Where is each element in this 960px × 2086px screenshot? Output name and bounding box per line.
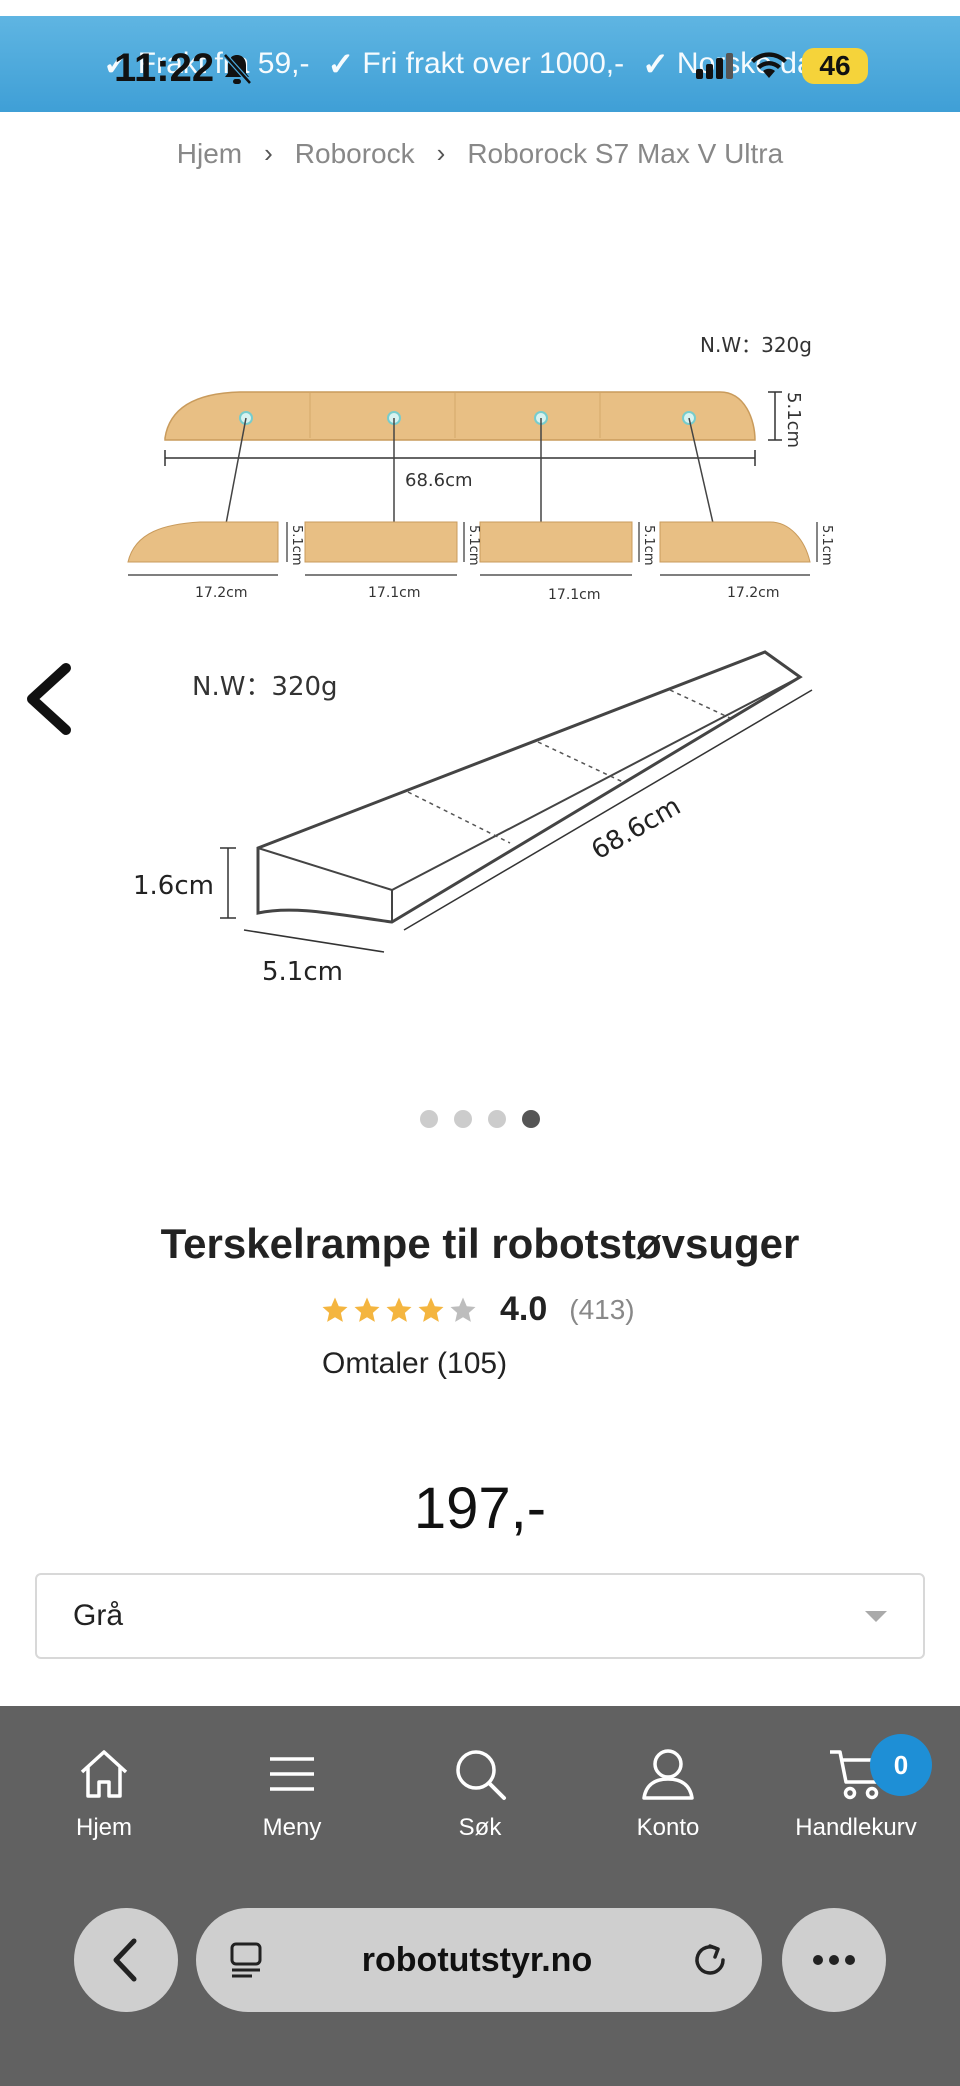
chevron-left-icon: [113, 1938, 137, 1982]
nav-item-account[interactable]: Konto: [574, 1744, 762, 1842]
nav-label: Handlekurv: [795, 1814, 917, 1841]
battery-indicator: 46: [802, 48, 868, 84]
nav-item-search[interactable]: Søk: [386, 1744, 574, 1842]
clock: 11:22: [114, 46, 215, 90]
bell-slash-icon: [223, 52, 252, 85]
product-title: Terskelrampe til robotstøvsuger: [160, 1220, 800, 1267]
menu-icon: [270, 1757, 314, 1791]
nav-item-menu[interactable]: Meny: [198, 1744, 386, 1842]
signal-icon: [696, 53, 733, 79]
height-label-top: 5.1cm: [783, 392, 804, 448]
segment-height-label: 5.1cm: [466, 525, 481, 566]
breadcrumb-product[interactable]: Roborock S7 Max V Ultra: [467, 138, 783, 170]
check-icon: ✓: [327, 46, 355, 82]
more-options-button[interactable]: [782, 1908, 886, 2012]
status-icons: 46: [696, 48, 868, 84]
carousel-dot-active[interactable]: [522, 1110, 540, 1128]
height-label-bottom: 1.6cm: [133, 871, 214, 901]
length-label-bottom: 68.6cm: [587, 791, 686, 866]
bottom-nav: Hjem Meny Søk Konto Handlekurv 0: [0, 1706, 960, 2086]
nav-label: Hjem: [75, 1814, 132, 1841]
browser-back-button[interactable]: [74, 1908, 178, 2012]
nav-label: Meny: [262, 1814, 322, 1841]
segment-height-label: 5.1cm: [819, 525, 834, 566]
breadcrumb: Hjem › Roborock › Roborock S7 Max V Ultr…: [0, 138, 960, 170]
search-icon: [456, 1750, 506, 1800]
weight-label-top: N.W：320g: [700, 333, 812, 357]
carousel-dot[interactable]: [488, 1110, 506, 1128]
segment-length-label: 17.2cm: [195, 585, 248, 601]
url-text: robotutstyr.no: [361, 1940, 593, 1979]
ellipsis-icon: [813, 1955, 855, 1965]
carousel-dot[interactable]: [454, 1110, 472, 1128]
wifi-icon: [751, 52, 787, 78]
rating-count: (413): [569, 1293, 635, 1325]
segment-length-label: 17.2cm: [727, 585, 780, 601]
promo-item: ✓ Fri frakt over 1000,-: [328, 45, 625, 83]
nav-label: Konto: [636, 1814, 700, 1841]
carousel-dot[interactable]: [420, 1110, 438, 1128]
breadcrumb-home[interactable]: Hjem: [177, 138, 242, 170]
product-image-gallery[interactable]: N.W：320g 68.6cm 5.1cm 17.2cm 17.1cm 17.1…: [0, 300, 960, 1060]
browser-toolbar: robotutstyr.no: [0, 1908, 960, 2012]
chevron-down-icon: [865, 1610, 887, 1622]
star-empty-icon: [450, 1297, 476, 1322]
nav-item-home[interactable]: Hjem: [10, 1744, 198, 1842]
product-price: 197,-: [413, 1476, 547, 1541]
segment-length-label: 17.1cm: [548, 587, 601, 603]
star-rating: [320, 1295, 478, 1325]
star-icon: [386, 1297, 412, 1322]
breadcrumb-brand[interactable]: Roborock: [295, 138, 415, 170]
segment-height-label: 5.1cm: [641, 525, 656, 566]
nav-item-cart[interactable]: Handlekurv 0: [762, 1734, 950, 1842]
cart-count-badge: 0: [870, 1734, 932, 1796]
check-icon: ✓: [642, 46, 669, 82]
reviews-link[interactable]: Omtaler (105): [322, 1347, 507, 1381]
width-label-bottom: 5.1cm: [262, 957, 343, 987]
rating-value: 4.0: [500, 1290, 548, 1328]
carousel-dots: [0, 1110, 960, 1128]
nav-label: Søk: [458, 1814, 502, 1841]
home-icon: [80, 1750, 128, 1798]
star-icon: [322, 1297, 348, 1322]
variant-select[interactable]: Grå: [35, 1573, 925, 1659]
segment-height-label: 5.1cm: [289, 525, 304, 566]
address-bar[interactable]: robotutstyr.no: [196, 1908, 762, 2012]
length-label-top: 68.6cm: [405, 470, 473, 491]
account-icon: [642, 1749, 694, 1800]
star-icon: [418, 1297, 444, 1322]
star-icon: [354, 1297, 380, 1322]
chevron-right-icon: ›: [436, 138, 446, 168]
reload-icon[interactable]: [690, 1940, 730, 1980]
previous-image-button[interactable]: [22, 662, 78, 736]
chevron-right-icon: ›: [264, 138, 273, 168]
variant-selected-value: Grå: [73, 1599, 124, 1632]
weight-label-bottom: N.W：320g: [192, 672, 338, 702]
product-image: N.W：320g 68.6cm 5.1cm 17.2cm 17.1cm 17.1…: [127, 333, 834, 987]
tab-layout-icon: [230, 1942, 262, 1978]
segment-length-label: 17.1cm: [368, 585, 421, 601]
status-time: 11:22: [114, 46, 252, 91]
promo-text: Fri frakt over 1000,-: [362, 47, 625, 80]
rating-row: 4.0 (413): [320, 1290, 635, 1329]
